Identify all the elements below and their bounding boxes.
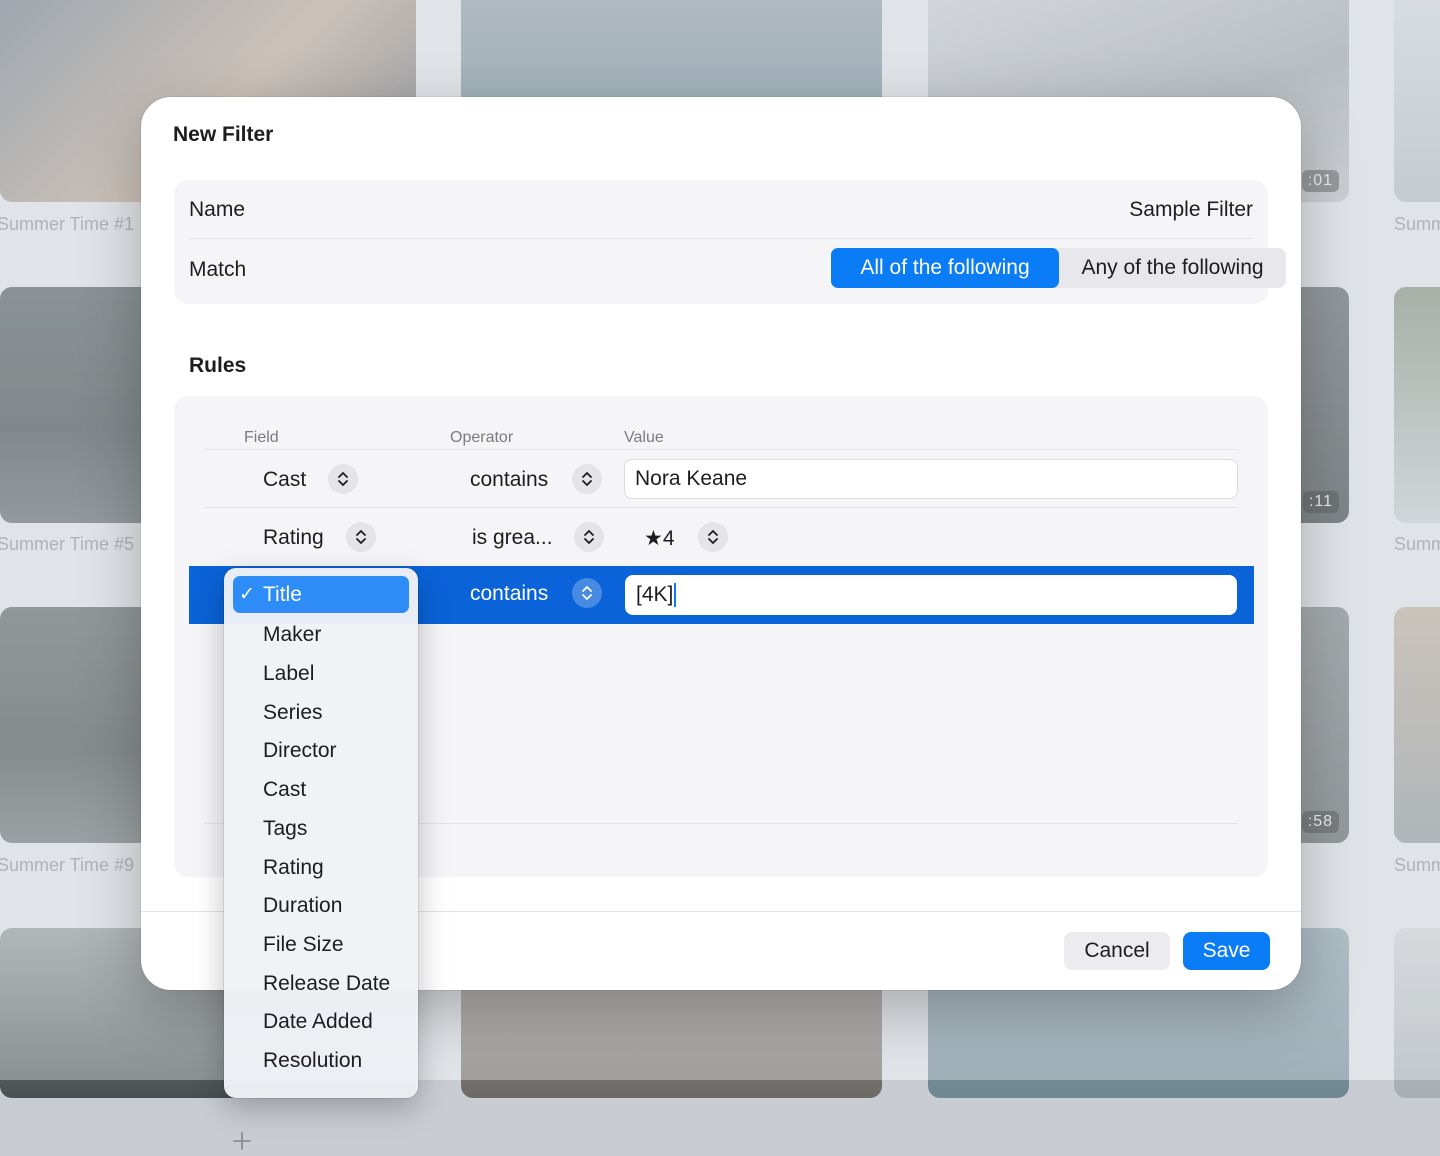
divider [189,238,1253,239]
menu-item-label-field[interactable]: Label [233,655,409,692]
divider [204,449,1238,450]
match-any-option[interactable]: Any of the following [1059,248,1286,288]
rating-picker[interactable] [698,522,728,552]
chevron-up-down-icon [708,530,718,544]
menu-item-date-added[interactable]: Date Added [233,1003,409,1040]
operator-picker[interactable] [572,464,602,494]
chevron-up-down-icon [584,530,594,544]
rule-operator: contains [470,582,549,605]
rule-value-text: [4K] [636,583,674,606]
rule-value-input[interactable]: Nora Keane [624,459,1238,499]
name-field[interactable]: Sample Filter [1129,198,1253,222]
menu-item-file-size[interactable]: File Size [233,926,409,963]
match-segmented-control: All of the following Any of the followin… [831,248,1286,288]
rule-field: Rating [263,526,324,549]
divider [204,507,1238,508]
menu-item-series[interactable]: Series [233,694,409,731]
menu-item-duration[interactable]: Duration [233,887,409,924]
cancel-button[interactable]: Cancel [1064,932,1170,970]
operator-picker[interactable] [574,522,604,552]
rule-value-input[interactable]: [4K] [625,575,1237,615]
menu-item-tags[interactable]: Tags [233,810,409,847]
menu-item-resolution[interactable]: Resolution [233,1042,409,1079]
menu-item-label: Title [263,583,302,606]
add-rule-button[interactable] [232,1131,252,1151]
dialog-title: New Filter [173,123,274,146]
name-label: Name [189,198,246,221]
match-label: Match [189,258,247,281]
chevron-up-down-icon [356,530,366,544]
menu-item-release-date[interactable]: Release Date [233,965,409,1002]
checkmark-icon: ✓ [239,584,255,605]
rules-heading: Rules [189,354,247,377]
plus-icon [233,1132,251,1150]
chevron-up-down-icon [338,472,348,486]
chevron-up-down-icon [582,472,592,486]
chevron-up-down-icon [582,586,592,600]
match-all-option[interactable]: All of the following [831,248,1059,288]
rule-operator: contains [470,468,549,491]
field-picker[interactable] [346,522,376,552]
field-picker[interactable] [328,464,358,494]
menu-item-rating[interactable]: Rating [233,849,409,886]
column-header-field: Field [244,429,279,446]
rating-value: ★4 [644,527,675,550]
operator-picker[interactable] [572,578,602,608]
save-button[interactable]: Save [1183,932,1270,970]
rule-operator: is grea... [472,526,553,549]
column-header-value: Value [624,429,664,446]
rule-field: Cast [263,468,307,491]
column-header-operator: Operator [450,429,514,446]
filter-settings-group: Name Sample Filter Match All of the foll… [174,180,1286,304]
menu-item-maker[interactable]: Maker [233,616,409,653]
menu-item-title[interactable]: ✓ Title [233,576,409,613]
menu-item-director[interactable]: Director [233,732,409,769]
menu-item-cast[interactable]: Cast [233,771,409,808]
text-caret [674,583,677,608]
field-dropdown-menu: ✓ Title Maker Label Series Director Cast… [224,568,418,1098]
